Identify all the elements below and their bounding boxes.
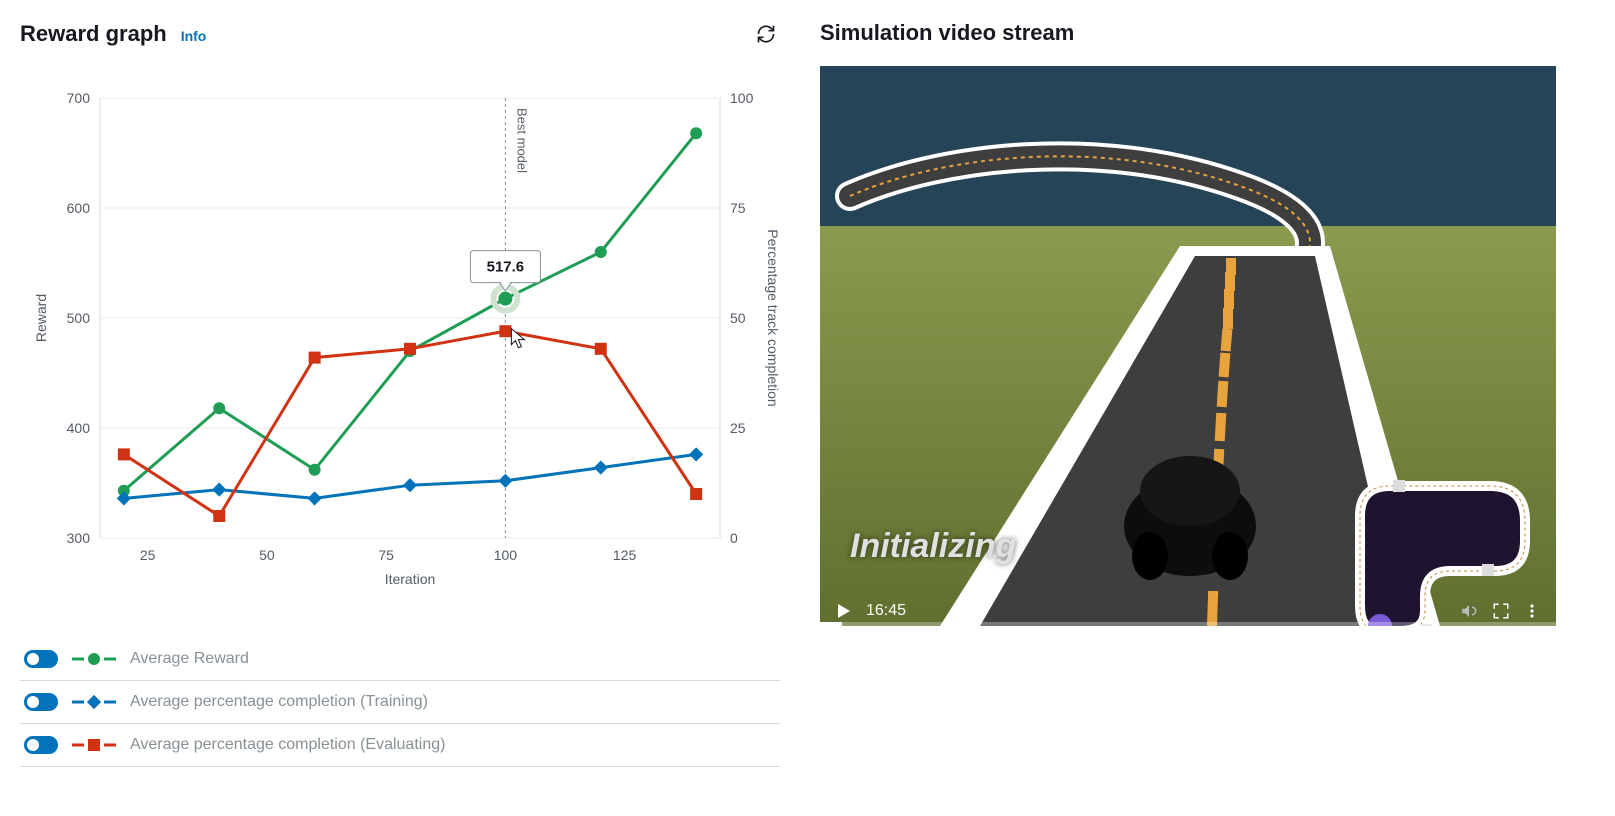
- data-point[interactable]: [403, 478, 417, 492]
- y-left-tick: 500: [67, 310, 91, 326]
- legend-label: Average percentage completion (Training): [130, 693, 428, 711]
- legend-label: Average percentage completion (Evaluatin…: [130, 736, 445, 754]
- best-model-label: Best model: [514, 108, 529, 173]
- data-point[interactable]: [499, 325, 511, 337]
- y-left-tick: 300: [67, 530, 91, 546]
- svg-text:517.6: 517.6: [487, 259, 525, 276]
- y-right-tick: 50: [730, 310, 746, 326]
- fullscreen-button[interactable]: [1492, 602, 1510, 620]
- video-time: 16:45: [866, 602, 906, 620]
- x-axis-label: Iteration: [385, 571, 436, 587]
- refresh-icon: [756, 24, 776, 44]
- y-right-axis-label: Percentage track completion: [765, 229, 780, 406]
- refresh-button[interactable]: [752, 20, 780, 48]
- legend-label: Average Reward: [130, 650, 249, 668]
- data-point[interactable]: [213, 402, 225, 414]
- y-left-tick: 400: [67, 420, 91, 436]
- data-point[interactable]: [595, 246, 607, 258]
- legend-toggle[interactable]: [24, 650, 58, 668]
- data-point[interactable]: [118, 448, 130, 460]
- data-point[interactable]: [309, 352, 321, 364]
- data-point[interactable]: [308, 491, 322, 505]
- video-controls: 16:45: [820, 592, 1556, 626]
- data-point[interactable]: [498, 474, 512, 488]
- data-point[interactable]: [689, 447, 703, 461]
- y-left-tick: 600: [67, 200, 91, 216]
- y-right-tick: 100: [730, 90, 754, 106]
- legend-item: Average percentage completion (Evaluatin…: [20, 724, 780, 767]
- legend-toggle[interactable]: [24, 736, 58, 754]
- simulation-title: Simulation video stream: [820, 20, 1074, 46]
- y-left-axis-label: Reward: [33, 294, 49, 342]
- x-tick: 25: [140, 547, 156, 563]
- x-tick: 50: [259, 547, 275, 563]
- data-point[interactable]: [404, 343, 416, 355]
- data-point[interactable]: [690, 488, 702, 500]
- legend-marker-icon: [72, 650, 116, 668]
- chart-tooltip: 517.6: [470, 251, 540, 291]
- series-line: [124, 133, 696, 491]
- legend-item: Average percentage completion (Training): [20, 681, 780, 724]
- more-options-button[interactable]: [1524, 603, 1540, 619]
- legend-toggle[interactable]: [24, 693, 58, 711]
- reward-graph-title: Reward graph: [20, 21, 167, 47]
- volume-button[interactable]: [1460, 602, 1478, 620]
- x-tick: 75: [378, 547, 394, 563]
- y-left-tick: 700: [67, 90, 91, 106]
- x-tick: 100: [494, 547, 518, 563]
- legend-marker-icon: [72, 693, 116, 711]
- video-progress-bar[interactable]: [820, 622, 1556, 626]
- data-point[interactable]: [690, 127, 702, 139]
- legend-item: Average Reward: [20, 638, 780, 681]
- play-button[interactable]: [836, 603, 852, 619]
- data-point[interactable]: [595, 343, 607, 355]
- y-right-tick: 25: [730, 420, 746, 436]
- y-right-tick: 0: [730, 530, 738, 546]
- data-point[interactable]: [309, 464, 321, 476]
- sim-status-text: Initializing: [850, 527, 1016, 566]
- data-point[interactable]: [594, 461, 608, 475]
- chart-legend: Average Reward Average percentage complet…: [20, 638, 780, 767]
- data-point[interactable]: [212, 483, 226, 497]
- simulation-video[interactable]: Initializing 16:45: [820, 66, 1556, 626]
- data-point[interactable]: [213, 510, 225, 522]
- info-link[interactable]: Info: [181, 28, 207, 44]
- y-right-tick: 75: [730, 200, 746, 216]
- reward-chart[interactable]: 300 400 500 600 700 0 25 50 75 100 25 50 75 100 125 Ite…: [20, 68, 780, 608]
- cursor-icon: [511, 329, 524, 348]
- x-tick: 125: [613, 547, 637, 563]
- legend-marker-icon: [72, 736, 116, 754]
